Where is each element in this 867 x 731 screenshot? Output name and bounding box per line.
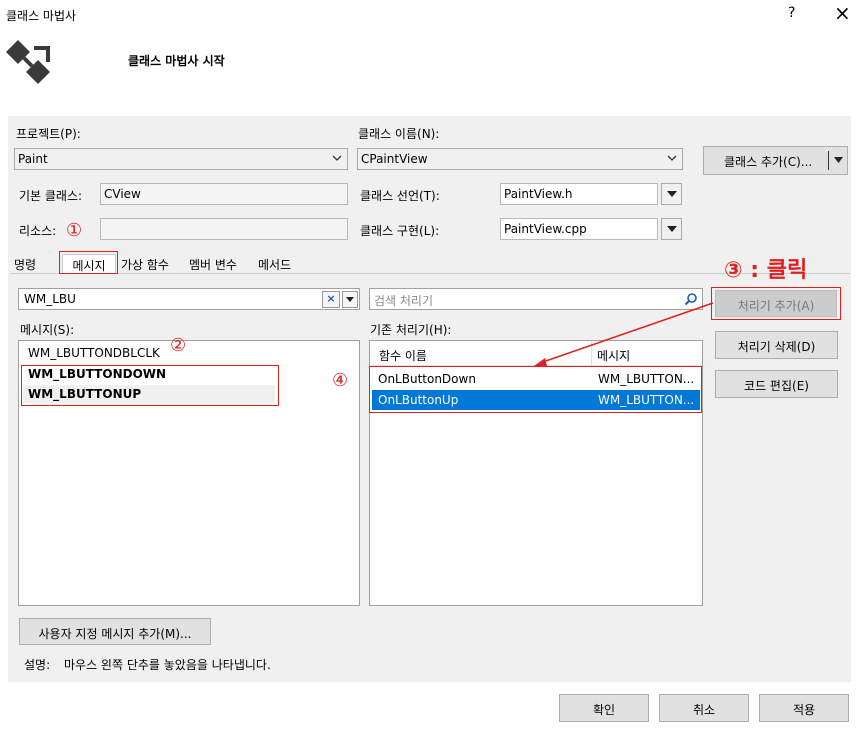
cancel-button[interactable]: 취소 bbox=[659, 694, 749, 722]
apply-button[interactable]: 적용 bbox=[759, 694, 849, 722]
description-label: 설명: bbox=[24, 658, 51, 672]
add-custom-message-button[interactable]: 사용자 지정 메시지 추가(M)... bbox=[19, 618, 211, 645]
description-text: 마우스 왼쪽 단추를 놓았음을 나타냅니다. bbox=[64, 658, 271, 672]
ok-button[interactable]: 확인 bbox=[559, 694, 649, 722]
